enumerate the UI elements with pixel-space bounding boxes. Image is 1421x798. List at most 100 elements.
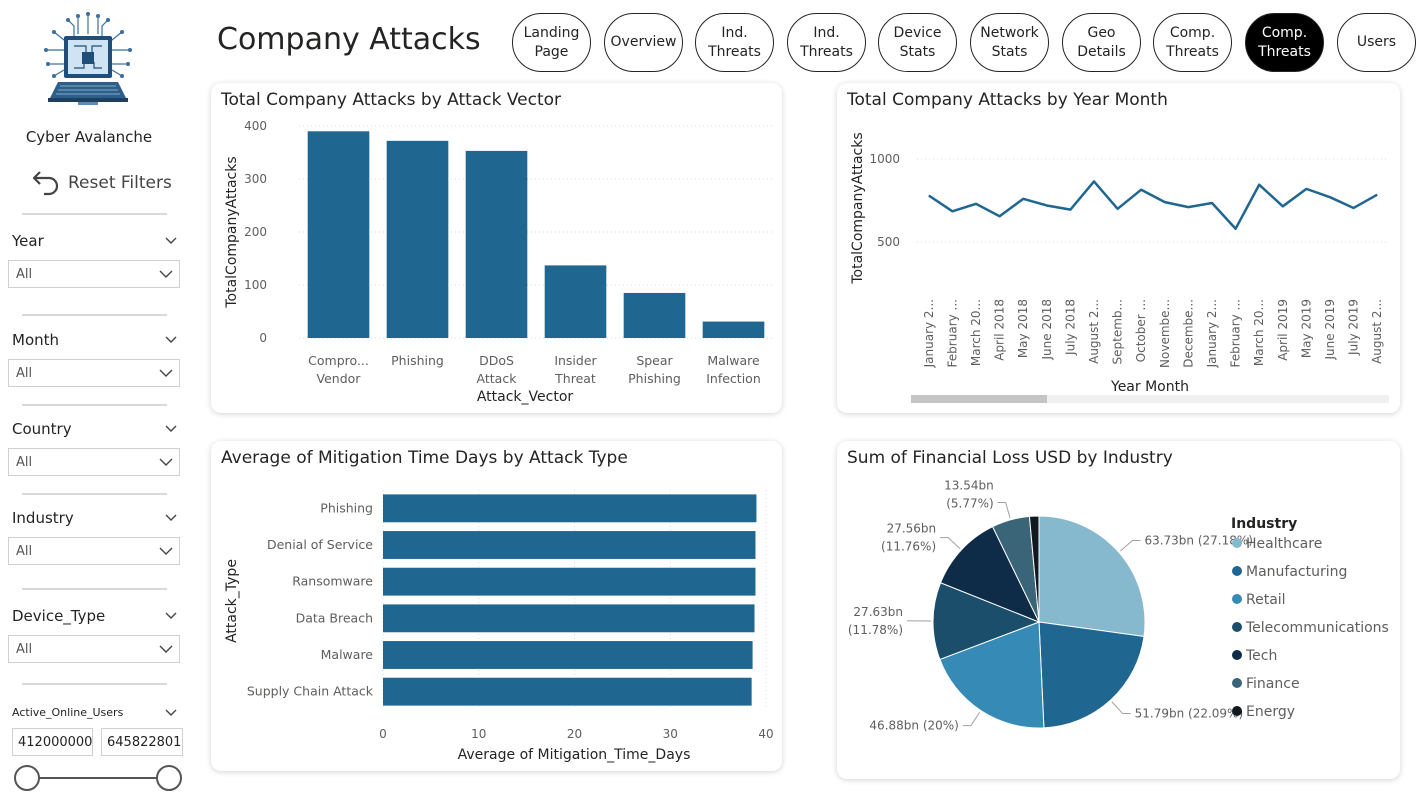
country-dropdown[interactable]: All (8, 448, 180, 476)
nav-users-button[interactable]: Users (1337, 13, 1416, 72)
industry-dropdown-value: All (16, 544, 33, 559)
divider (22, 588, 167, 590)
x-tick-label: Decembe... (1181, 299, 1195, 368)
bar (386, 140, 449, 338)
device-type-slicer-title: Device_Type (12, 607, 106, 625)
cyber-avalanche-logo (40, 10, 136, 122)
nav-device-stats-button[interactable]: Device Stats (878, 13, 957, 72)
nav-comp-threats-active-button[interactable]: Comp. Threats (1245, 13, 1324, 72)
nav-network-stats-button[interactable]: Network Stats (970, 13, 1049, 72)
x-tick-label: Spear (636, 353, 673, 368)
x-tick-label: Phishing (628, 371, 681, 386)
chevron-down-icon[interactable] (164, 333, 178, 347)
y-tick-label: Supply Chain Attack (247, 684, 374, 699)
x-axis-title: Average of Mitigation_Time_Days (458, 747, 691, 763)
nav-comp-threats-button[interactable]: Comp. Threats (1153, 13, 1232, 72)
industry-dropdown[interactable]: All (8, 537, 180, 565)
range-max-input[interactable]: 645822801 (101, 728, 183, 756)
year-dropdown[interactable]: All (8, 260, 180, 288)
x-tick-label: DDoS (479, 353, 514, 368)
x-tick-label: Septemb... (1111, 299, 1125, 364)
pie-slice (1038, 621, 1145, 729)
device-type-dropdown-value: All (16, 642, 33, 657)
nav-overview-button[interactable]: Overview (604, 13, 683, 72)
y-axis-title: Attack_Type (224, 559, 240, 643)
legend-item: Finance (1246, 676, 1300, 692)
x-tick-label: Attack (477, 371, 518, 386)
nav-ind-threats-button[interactable]: Ind. Threats (695, 13, 774, 72)
legend-item: Energy (1246, 704, 1295, 720)
range-max-handle[interactable] (156, 765, 182, 791)
y-tick-label: Phishing (320, 500, 373, 515)
divider (22, 314, 167, 316)
legend-marker (1232, 594, 1242, 604)
x-tick-label: July 2019 (1347, 299, 1361, 356)
x-tick-label: July 2018 (1063, 299, 1077, 356)
chevron-down-icon[interactable] (164, 234, 178, 248)
industry-slicer-title: Industry (12, 509, 74, 527)
legend-marker (1232, 706, 1242, 716)
range-slider-track[interactable] (28, 777, 170, 779)
divider (22, 683, 167, 685)
data-label: 27.63bn (853, 605, 903, 619)
data-label: 13.54bn (944, 479, 994, 493)
reset-filters-button[interactable]: Reset Filters (30, 164, 172, 201)
bar (623, 292, 686, 338)
page-title: Company Attacks (217, 22, 481, 57)
legend-item: Healthcare (1246, 536, 1322, 552)
bar (544, 265, 607, 338)
financial-loss-chart-card: Sum of Financial Loss USD by Industry 63… (837, 441, 1400, 779)
financial-loss-pie-chart: 63.73bn (27.18%)51.79bn (22.09%)46.88bn … (848, 479, 1389, 733)
x-tick-label: August 2... (1370, 299, 1384, 364)
x-tick-label: April 2018 (993, 299, 1007, 361)
y-tick-label: 100 (244, 278, 267, 292)
reset-filters-label: Reset Filters (68, 172, 172, 193)
chevron-down-icon[interactable] (164, 511, 178, 525)
range-min-handle[interactable] (14, 765, 40, 791)
leader-line (962, 711, 981, 727)
divider (22, 493, 167, 495)
bar (383, 677, 752, 706)
x-tick-label: October ... (1134, 299, 1148, 362)
legend-marker (1232, 678, 1242, 688)
data-label: (11.76%) (881, 540, 936, 554)
month-dropdown[interactable]: All (8, 359, 180, 387)
y-axis-title: TotalCompanyAttacks (850, 132, 866, 284)
x-tick-label: April 2019 (1276, 299, 1290, 361)
brand-name: Cyber Avalanche (25, 128, 153, 146)
attack-vector-bar-chart: 0 100 200 300 400 Compro... Vendor Phishing DDoS… (224, 119, 773, 405)
x-tick-label: March 20... (969, 299, 983, 366)
horizontal-scrollbar-thumb[interactable] (911, 395, 1047, 403)
y-tick-label: Denial of Service (267, 537, 373, 552)
chevron-down-icon (159, 547, 173, 555)
y-tick-label: Ransomware (292, 574, 373, 589)
x-tick-label: 10 (471, 727, 486, 741)
nav-landing-page-button[interactable]: Landing Page (512, 13, 591, 72)
bar (465, 150, 528, 338)
data-label: 27.56bn (887, 522, 937, 536)
range-min-input[interactable]: 412000000 (12, 728, 93, 756)
nav-ind-threats-button-2[interactable]: Ind. Threats (787, 13, 866, 72)
x-tick-label: Insider (554, 353, 597, 368)
attack-vector-chart-card: Total Company Attacks by Attack Vector 0… (211, 83, 782, 413)
bar (383, 641, 753, 669)
x-tick-label: Compro... (308, 353, 369, 368)
x-tick-label: February ... (945, 299, 959, 367)
nav-geo-details-button[interactable]: Geo Details (1062, 13, 1141, 72)
legend-item: Retail (1246, 592, 1286, 608)
data-label: (5.77%) (946, 497, 993, 511)
leader-line (997, 502, 1011, 519)
y-axis-title: TotalCompanyAttacks (224, 156, 240, 308)
device-type-dropdown[interactable]: All (8, 635, 180, 663)
chevron-down-icon[interactable] (164, 706, 178, 720)
chevron-down-icon[interactable] (164, 422, 178, 436)
legend-title: Industry (1231, 516, 1297, 532)
x-tick-label: 30 (663, 727, 678, 741)
chevron-down-icon[interactable] (164, 609, 178, 623)
chevron-down-icon (159, 369, 173, 377)
bar (383, 494, 757, 523)
legend-marker (1232, 566, 1242, 576)
x-tick-label: Phishing (391, 353, 444, 368)
x-tick-label: Threat (554, 371, 596, 386)
bar (383, 604, 755, 633)
